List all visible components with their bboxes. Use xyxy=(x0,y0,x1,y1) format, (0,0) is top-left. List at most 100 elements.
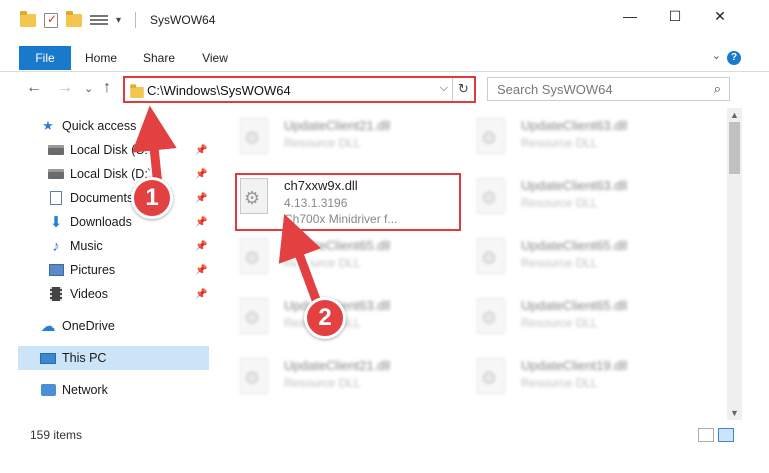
address-path[interactable]: C:\Windows\SysWOW64 xyxy=(147,83,291,98)
sidebar-item-label: Music xyxy=(70,239,103,253)
tab-view[interactable]: View xyxy=(192,46,238,70)
dll-file-icon xyxy=(240,298,268,334)
sidebar-item-label: Quick access xyxy=(62,119,137,133)
properties-check-icon[interactable] xyxy=(44,12,58,28)
drive-icon xyxy=(48,167,64,181)
tab-share[interactable]: Share xyxy=(136,46,182,70)
sidebar-item-videos[interactable]: Videos 📌 xyxy=(0,282,210,306)
address-dropdown-icon[interactable]: ⌵ xyxy=(440,82,448,95)
customize-dropdown-icon[interactable]: ▾ xyxy=(116,15,121,26)
dll-file-icon xyxy=(240,358,268,394)
pin-icon[interactable]: 📌 xyxy=(195,193,207,204)
sidebar-item-documents[interactable]: Documents 📌 xyxy=(0,186,210,210)
file-description: Resource DLL xyxy=(284,256,361,270)
search-input[interactable]: Search SysWOW64 xyxy=(497,82,613,97)
file-description: Resource DLL xyxy=(521,136,598,150)
pin-icon[interactable]: 📌 xyxy=(195,217,207,228)
sidebar-item-downloads[interactable]: ⬇ Downloads 📌 xyxy=(0,210,210,234)
scroll-thumb[interactable] xyxy=(729,122,740,174)
folder-icon xyxy=(130,84,144,99)
file-item[interactable]: UpdateClient21.dll Resource DLL xyxy=(214,348,444,402)
sidebar-item-label: Documents xyxy=(70,191,134,205)
sidebar-item-onedrive[interactable]: ☁ OneDrive xyxy=(0,314,210,338)
network-icon xyxy=(40,383,56,397)
callout-step-1: 1 xyxy=(131,177,173,219)
file-list: UpdateClient21.dll Resource DLL UpdateCl… xyxy=(214,108,726,420)
dll-file-icon xyxy=(240,238,268,274)
sidebar-item-this-pc[interactable]: This PC xyxy=(18,346,209,370)
dll-file-icon xyxy=(477,178,505,214)
file-description: Resource DLL xyxy=(521,376,598,390)
tiles-view-icon[interactable] xyxy=(718,428,734,442)
sidebar-item-label: Videos xyxy=(70,287,108,301)
pin-icon[interactable]: 📌 xyxy=(195,265,207,276)
file-item[interactable]: UpdateClient65.dll Resource DLL xyxy=(214,228,444,282)
file-name: UpdateClient65.dll xyxy=(521,298,628,313)
new-folder-icon[interactable] xyxy=(66,10,82,27)
tab-file[interactable]: File xyxy=(19,46,71,70)
file-item[interactable]: UpdateClient21.dll Resource DLL xyxy=(214,108,444,162)
file-item[interactable]: UpdateClient63.dll Resource DLL xyxy=(451,168,681,222)
pin-icon[interactable]: 📌 xyxy=(195,289,207,300)
computer-icon xyxy=(40,351,56,365)
sidebar-item-local-disk-c[interactable]: Local Disk (C:) 📌 xyxy=(0,138,210,162)
star-icon: ★ xyxy=(42,118,54,133)
expand-ribbon-icon[interactable]: ⌄ xyxy=(712,49,721,62)
window-title: SysWOW64 xyxy=(150,13,216,27)
document-icon xyxy=(48,191,64,205)
highlight-box xyxy=(235,173,461,231)
forward-button[interactable]: → xyxy=(57,79,73,97)
vertical-scrollbar[interactable]: ▲ ▼ xyxy=(727,108,742,420)
file-item[interactable]: UpdateClient65.dll Resource DLL xyxy=(451,228,681,282)
pictures-icon xyxy=(48,263,64,277)
status-bar: 159 items xyxy=(0,420,769,473)
search-icon[interactable]: ⌕ xyxy=(714,81,721,97)
file-item[interactable]: UpdateClient19.dll Resource DLL xyxy=(451,348,681,402)
scroll-down-icon[interactable]: ▼ xyxy=(730,408,739,418)
file-name: UpdateClient63.dll xyxy=(521,178,628,193)
file-name: UpdateClient63.dll xyxy=(521,118,628,133)
pin-icon[interactable]: 📌 xyxy=(195,145,207,156)
search-box[interactable]: Search SysWOW64 ⌕ xyxy=(487,77,730,101)
sidebar-item-pictures[interactable]: Pictures 📌 xyxy=(0,258,210,282)
up-button[interactable]: ↑ xyxy=(103,79,111,97)
file-description: Resource DLL xyxy=(521,316,598,330)
recent-locations-icon[interactable]: ⌄ xyxy=(84,82,93,95)
pin-icon[interactable]: 📌 xyxy=(195,169,207,180)
close-button[interactable]: ✕ xyxy=(697,0,743,32)
video-icon xyxy=(48,287,64,301)
sidebar-item-network[interactable]: Network xyxy=(0,378,210,402)
file-name: UpdateClient65.dll xyxy=(284,238,391,253)
maximize-button[interactable]: ☐ xyxy=(652,0,698,32)
scroll-up-icon[interactable]: ▲ xyxy=(730,110,739,120)
sidebar-item-local-disk-d[interactable]: Local Disk (D:) 📌 xyxy=(0,162,210,186)
back-button[interactable]: ← xyxy=(26,79,42,97)
download-icon: ⬇ xyxy=(49,214,63,231)
file-item[interactable]: UpdateClient65.dll Resource DLL xyxy=(451,288,681,342)
customize-icon[interactable] xyxy=(90,13,108,27)
minimize-button[interactable]: — xyxy=(607,0,653,32)
sidebar-item-music[interactable]: ♪ Music 📌 xyxy=(0,234,210,258)
title-bar: ▾ SysWOW64 — ☐ ✕ xyxy=(0,0,769,40)
help-icon[interactable]: ? xyxy=(727,51,741,65)
dll-file-icon xyxy=(240,118,268,154)
callout-step-2: 2 xyxy=(304,297,346,339)
file-item[interactable]: UpdateClient63.dll Resource DLL xyxy=(451,108,681,162)
sidebar-item-quick-access[interactable]: ★ Quick access xyxy=(0,114,210,138)
file-name: UpdateClient21.dll xyxy=(284,118,391,133)
details-view-icon[interactable] xyxy=(698,428,714,442)
address-bar[interactable]: C:\Windows\SysWOW64 ⌵ ↻ xyxy=(123,76,476,103)
dll-file-icon xyxy=(477,118,505,154)
quick-access-toolbar: ▾ SysWOW64 xyxy=(0,10,216,28)
drive-icon xyxy=(48,143,64,157)
pin-icon[interactable]: 📌 xyxy=(195,241,207,252)
folder-icon xyxy=(20,10,36,27)
sidebar-item-label: Local Disk (C:) xyxy=(70,143,152,157)
divider xyxy=(135,12,137,28)
file-description: Resource DLL xyxy=(521,256,598,270)
file-description: Resource DLL xyxy=(284,136,361,150)
tab-home[interactable]: Home xyxy=(78,46,124,70)
refresh-icon[interactable]: ↻ xyxy=(452,78,474,101)
file-description: Resource DLL xyxy=(284,376,361,390)
file-name: UpdateClient21.dll xyxy=(284,358,391,373)
